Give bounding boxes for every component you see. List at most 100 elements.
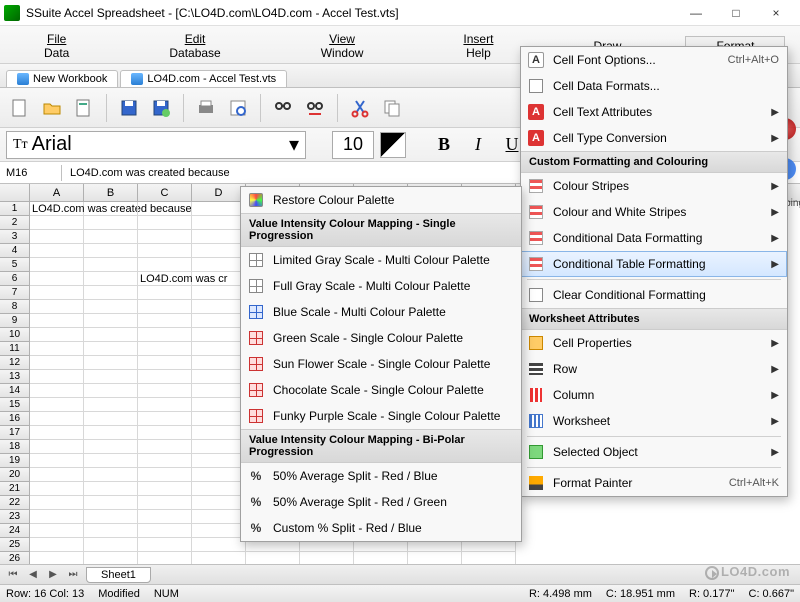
- cell[interactable]: [138, 314, 192, 328]
- cell[interactable]: [192, 454, 246, 468]
- cell-reference-box[interactable]: M16: [0, 165, 62, 181]
- italic-button[interactable]: I: [464, 131, 492, 159]
- submenu-chocolate-scale[interactable]: Chocolate Scale - Single Colour Palette: [241, 377, 521, 403]
- cell[interactable]: [138, 398, 192, 412]
- sheet-nav-next[interactable]: ▶: [46, 568, 60, 582]
- cell[interactable]: [30, 314, 84, 328]
- sheet-nav-last[interactable]: ⏭: [66, 568, 80, 582]
- cell[interactable]: [192, 510, 246, 524]
- cell[interactable]: [192, 342, 246, 356]
- cell[interactable]: LO4D.com was cr: [138, 272, 192, 286]
- cell[interactable]: [30, 286, 84, 300]
- row-header[interactable]: 6: [0, 272, 30, 286]
- cell[interactable]: [84, 342, 138, 356]
- row-header[interactable]: 7: [0, 286, 30, 300]
- cell[interactable]: [138, 552, 192, 564]
- cell[interactable]: [192, 370, 246, 384]
- cell[interactable]: [30, 370, 84, 384]
- new-button[interactable]: [6, 94, 34, 122]
- cell[interactable]: [192, 328, 246, 342]
- cell[interactable]: [84, 258, 138, 272]
- cell[interactable]: [84, 384, 138, 398]
- row-header[interactable]: 17: [0, 426, 30, 440]
- cell[interactable]: [84, 314, 138, 328]
- cell[interactable]: [30, 244, 84, 258]
- cell[interactable]: [138, 412, 192, 426]
- find-button[interactable]: [269, 94, 297, 122]
- row-header[interactable]: 1: [0, 202, 30, 216]
- row-header[interactable]: 10: [0, 328, 30, 342]
- cell[interactable]: [138, 230, 192, 244]
- cell[interactable]: [138, 538, 192, 552]
- row-header[interactable]: 3: [0, 230, 30, 244]
- cell[interactable]: [192, 216, 246, 230]
- sheet-tab[interactable]: Sheet1: [86, 567, 151, 583]
- cell[interactable]: [300, 552, 354, 564]
- menu-row[interactable]: Row ▶: [521, 356, 787, 382]
- cell[interactable]: [138, 258, 192, 272]
- cell[interactable]: [30, 412, 84, 426]
- cell[interactable]: [84, 426, 138, 440]
- col-header[interactable]: D: [192, 184, 246, 201]
- cell[interactable]: [192, 356, 246, 370]
- menu-cell-font-options[interactable]: A Cell Font Options... Ctrl+Alt+O: [521, 47, 787, 73]
- select-all-corner[interactable]: [0, 184, 30, 201]
- minimize-button[interactable]: —: [676, 2, 716, 24]
- menu-cell-type-conversion[interactable]: A Cell Type Conversion ▶: [521, 125, 787, 151]
- cell[interactable]: [192, 384, 246, 398]
- row-header[interactable]: 11: [0, 342, 30, 356]
- row-header[interactable]: 13: [0, 370, 30, 384]
- cell[interactable]: [138, 356, 192, 370]
- cell[interactable]: [138, 244, 192, 258]
- save-button[interactable]: [115, 94, 143, 122]
- cell[interactable]: [30, 510, 84, 524]
- cell[interactable]: [138, 216, 192, 230]
- col-header[interactable]: C: [138, 184, 192, 201]
- cell[interactable]: [84, 454, 138, 468]
- cell[interactable]: [84, 496, 138, 510]
- cell[interactable]: [30, 482, 84, 496]
- cell[interactable]: [84, 216, 138, 230]
- menu-insert[interactable]: InsertHelp: [427, 30, 529, 62]
- copy-button[interactable]: [378, 94, 406, 122]
- cell[interactable]: [30, 300, 84, 314]
- cell[interactable]: [192, 202, 246, 216]
- print-preview-button[interactable]: [224, 94, 252, 122]
- cell[interactable]: [84, 538, 138, 552]
- cell[interactable]: [192, 286, 246, 300]
- menu-conditional-data-formatting[interactable]: Conditional Data Formatting ▶: [521, 225, 787, 251]
- cell[interactable]: [138, 328, 192, 342]
- print-button[interactable]: [192, 94, 220, 122]
- submenu-blue-scale[interactable]: Blue Scale - Multi Colour Palette: [241, 299, 521, 325]
- row-header[interactable]: 23: [0, 510, 30, 524]
- cell[interactable]: [30, 272, 84, 286]
- cell[interactable]: [192, 468, 246, 482]
- save-as-button[interactable]: [147, 94, 175, 122]
- maximize-button[interactable]: □: [716, 2, 756, 24]
- cell[interactable]: [84, 230, 138, 244]
- cell[interactable]: [30, 426, 84, 440]
- menu-cell-data-formats[interactable]: Cell Data Formats...: [521, 73, 787, 99]
- sheet-nav-first[interactable]: ⏮: [6, 568, 20, 582]
- cell[interactable]: [84, 524, 138, 538]
- cell[interactable]: [138, 524, 192, 538]
- cell[interactable]: [84, 244, 138, 258]
- menu-format-painter[interactable]: Format Painter Ctrl+Alt+K: [521, 470, 787, 496]
- row-header[interactable]: 2: [0, 216, 30, 230]
- submenu-restore-palette[interactable]: Restore Colour Palette: [241, 187, 521, 213]
- sheet-nav-prev[interactable]: ◀: [26, 568, 40, 582]
- menu-column[interactable]: Column ▶: [521, 382, 787, 408]
- row-header[interactable]: 26: [0, 552, 30, 564]
- row-header[interactable]: 19: [0, 454, 30, 468]
- cell[interactable]: [192, 258, 246, 272]
- row-header[interactable]: 16: [0, 412, 30, 426]
- cell[interactable]: [84, 300, 138, 314]
- cell[interactable]: [84, 412, 138, 426]
- row-header[interactable]: 18: [0, 440, 30, 454]
- submenu-funky-purple-scale[interactable]: Funky Purple Scale - Single Colour Palet…: [241, 403, 521, 429]
- cell[interactable]: [192, 244, 246, 258]
- cell[interactable]: [30, 398, 84, 412]
- cell[interactable]: [138, 202, 192, 216]
- cell[interactable]: [192, 496, 246, 510]
- cell[interactable]: [138, 496, 192, 510]
